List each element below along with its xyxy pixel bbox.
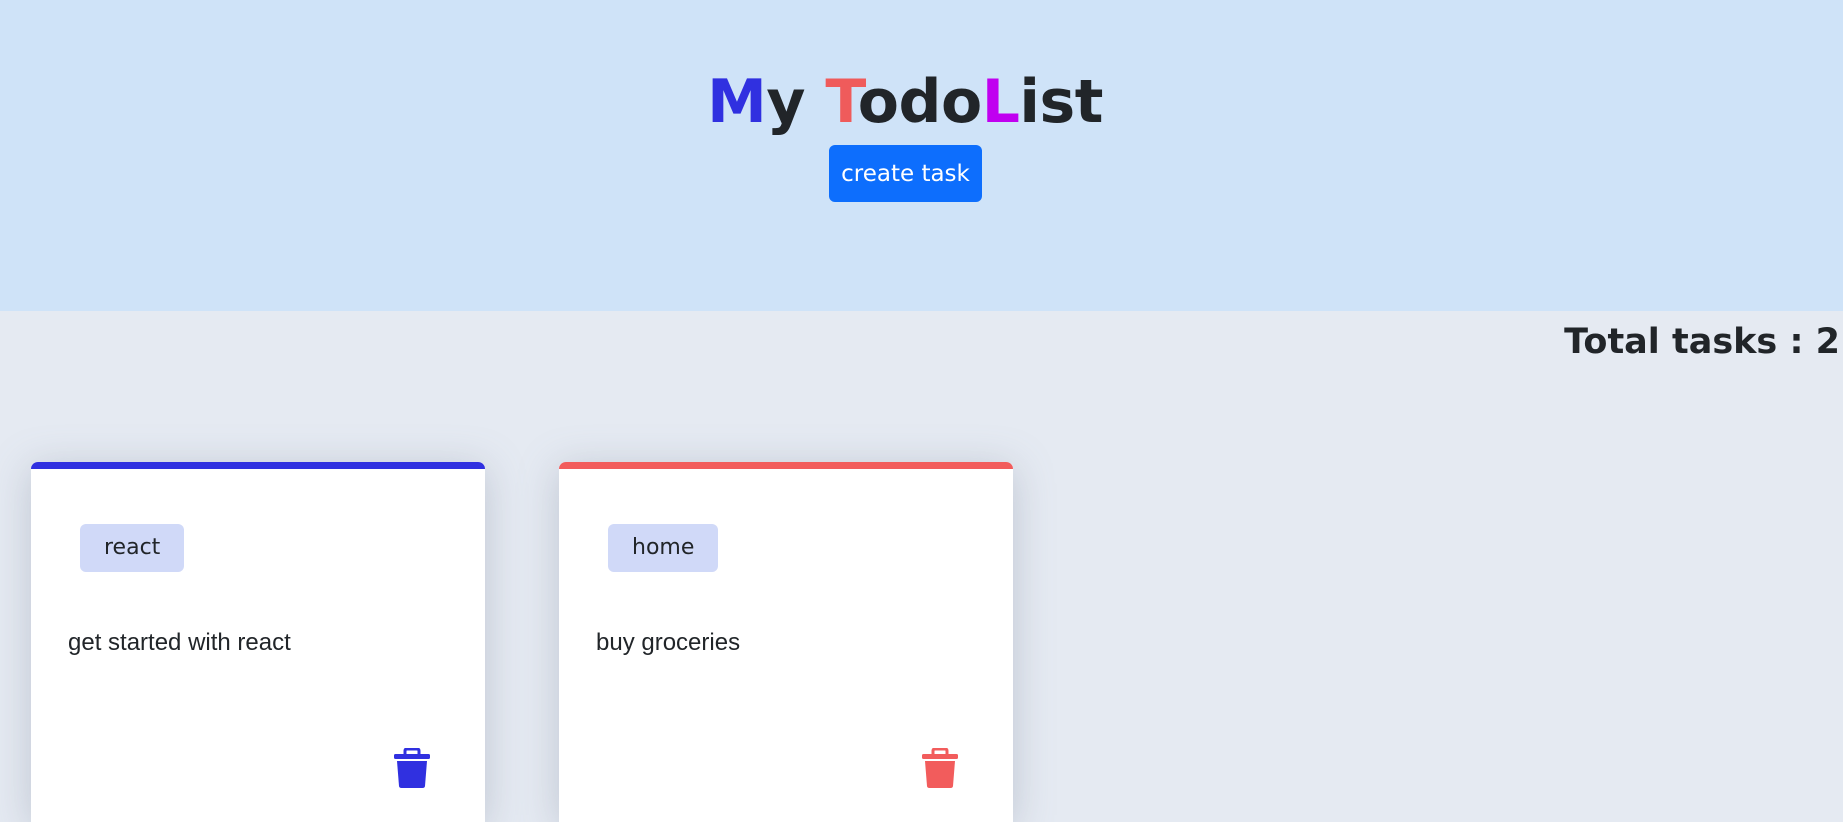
task-card-accent-bar <box>559 462 1013 469</box>
header-banner: My TodoList create task <box>0 0 1843 311</box>
trash-icon[interactable] <box>393 748 431 789</box>
task-text: get started with react <box>68 629 291 656</box>
title-part: M <box>707 67 767 137</box>
app-title: My TodoList <box>0 62 1810 142</box>
title-part: T <box>825 67 858 137</box>
title-part: ist <box>1019 67 1103 137</box>
title-part: odo <box>857 67 982 137</box>
title-part: L <box>981 67 1020 137</box>
task-card: react get started with react <box>31 462 485 822</box>
title-part: y <box>766 67 826 137</box>
task-text: buy groceries <box>596 629 741 656</box>
task-tag: react <box>80 524 185 572</box>
create-task-button[interactable]: create task <box>829 145 982 202</box>
task-card-accent-bar <box>31 462 485 469</box>
total-tasks-count: Total tasks : 2 <box>1564 322 1840 362</box>
task-card: home buy groceries <box>559 462 1013 822</box>
trash-icon[interactable] <box>921 748 959 789</box>
task-tag: home <box>608 524 719 572</box>
